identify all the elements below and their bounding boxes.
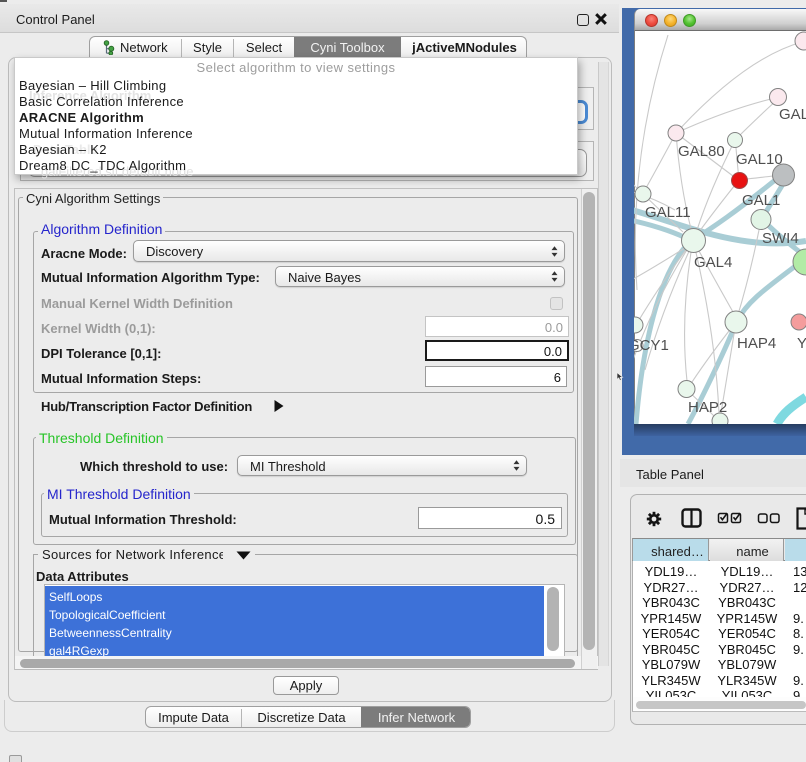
svg-text:SWI4: SWI4 xyxy=(762,230,799,247)
svg-text:GAL4: GAL4 xyxy=(694,254,732,271)
svg-text:GAL7: GAL7 xyxy=(779,106,806,123)
svg-text:HAP2: HAP2 xyxy=(688,399,727,416)
svg-text:GAL80: GAL80 xyxy=(678,143,725,160)
svg-text:Y: Y xyxy=(797,335,806,352)
svg-text:GCY1: GCY1 xyxy=(634,337,669,354)
svg-text:GAL1: GAL1 xyxy=(742,192,780,209)
svg-text:GAL10: GAL10 xyxy=(736,151,783,168)
svg-text:GAL11: GAL11 xyxy=(645,204,691,221)
svg-text:HAP4: HAP4 xyxy=(737,335,776,352)
